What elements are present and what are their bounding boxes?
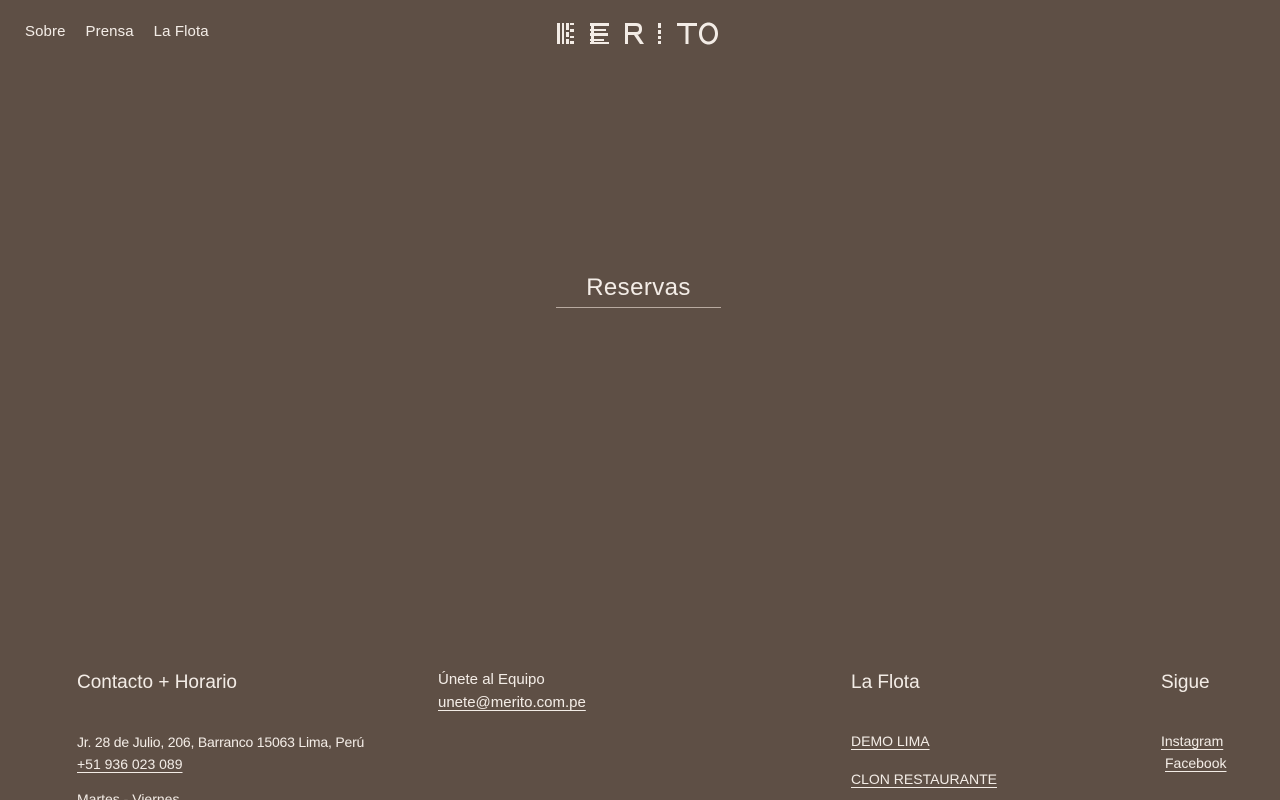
instagram-link[interactable]: Instagram [1161,731,1261,753]
footer-follow: Sigue Instagram Facebook [1161,668,1261,775]
footer-contact: Contacto + Horario Jr. 28 de Julio, 206,… [77,668,417,800]
fleet-link-clon-restaurante[interactable]: CLON RESTAURANTE [851,769,1081,791]
footer-join: Únete al Equipo unete@merito.com.pe [438,668,698,715]
reservas-button[interactable]: Reservas [556,274,721,308]
fleet-heading: La Flota [851,672,920,693]
top-nav: Sobre Prensa La Flota [25,23,209,40]
fleet-link-demo-lima[interactable]: DEMO LIMA [851,731,1081,753]
fleet-list: DEMO LIMA CLON RESTAURANTE [851,731,1081,790]
footer-fleet: La Flota DEMO LIMA CLON RESTAURANTE [851,668,1081,791]
social-list: Instagram Facebook [1161,731,1261,774]
join-email-link[interactable]: unete@merito.com.pe [438,691,586,714]
address-text: Jr. 28 de Julio, 206, Barranco 15063 Lim… [77,734,365,751]
phone-link[interactable]: +51 936 023 089 [77,754,183,776]
nav-item-la-flota[interactable]: La Flota [154,23,209,40]
merito-logo[interactable] [556,20,728,48]
hours-text: Martes - Viernes [77,790,180,800]
nav-item-prensa[interactable]: Prensa [86,23,134,40]
facebook-link[interactable]: Facebook [1161,753,1261,775]
contact-heading: Contacto + Horario [77,672,237,693]
nav-item-sobre[interactable]: Sobre [25,23,66,40]
follow-heading: Sigue [1161,672,1210,693]
join-label: Únete al Equipo [438,671,545,688]
page: Sobre Prensa La Flota Reservas Contacto … [0,0,1280,800]
